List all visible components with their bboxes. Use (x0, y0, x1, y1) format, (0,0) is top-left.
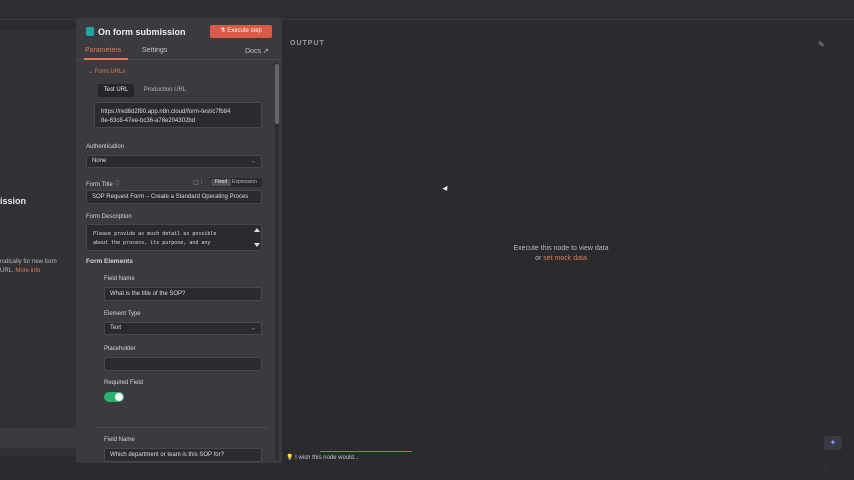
form-url-value[interactable]: https://red8d2f80.app.n8n.cloud/form-tes… (94, 102, 262, 128)
pencil-icon[interactable]: ✎ (818, 40, 825, 49)
canvas-text-line1: natically for new form (0, 259, 57, 265)
form-node-icon (86, 27, 94, 36)
chevron-down-icon: ⌄ (250, 325, 256, 331)
panel-header: On form submission ⚗ Execute step (76, 18, 282, 44)
set-mock-data-link[interactable]: set mock data (543, 255, 587, 262)
canvas-node-title: ission (0, 196, 27, 206)
field-name-input-2[interactable]: Which department or team is this SOP for… (104, 448, 262, 462)
canvas-node-description: natically for new form URL. More info (0, 258, 57, 276)
corner-icon: ◌ (824, 466, 829, 473)
authentication-value: None (92, 158, 107, 164)
form-description-label: Form Description (86, 214, 132, 220)
execute-step-label: Execute step (227, 28, 262, 34)
form-description-textarea[interactable]: Please provide as much detail as possibl… (86, 224, 262, 251)
top-bar (0, 0, 854, 20)
form-elements-label: Form Elements (86, 258, 133, 265)
workflow-canvas-left[interactable] (0, 30, 76, 456)
external-link-icon: ↗ (262, 48, 269, 55)
authentication-select[interactable]: None ⌄ (86, 155, 262, 168)
url-line2: 8e-63c8-47ee-bc36-a78e204302bd (101, 118, 196, 124)
authentication-label: Authentication (86, 144, 125, 150)
panel-scrollbar-thumb[interactable] (275, 64, 279, 124)
execute-step-button[interactable]: ⚗ Execute step (210, 25, 272, 38)
placeholder-input[interactable] (104, 357, 262, 371)
ask-ai-input[interactable]: 💡 I wish this node would... (286, 452, 416, 464)
docs-label: Docs (245, 48, 261, 55)
docs-link[interactable]: Docs ↗ (245, 47, 269, 55)
ask-placeholder: I wish this node would... (295, 455, 359, 461)
element-type-value: Text (110, 325, 122, 331)
canvas-text-line2: URL. (0, 268, 14, 274)
element-type-label: Element Type (104, 311, 141, 317)
output-empty-state: Execute this node to view data or set mo… (480, 244, 642, 264)
field-name-input[interactable]: What is the title of the SOP? (104, 287, 262, 301)
output-message: Execute this node to view data (513, 245, 609, 252)
description-line2: about the process, its purpose, and any (93, 240, 211, 246)
lightbulb-icon: 💡 (286, 455, 294, 461)
panel-title[interactable]: On form submission (98, 27, 186, 37)
field-name-label: Field Name (104, 276, 135, 282)
info-icon[interactable]: ⓘ (114, 182, 120, 188)
form-urls-toggle[interactable]: ⌄ Form URLs (88, 68, 125, 75)
toggle-knob (115, 393, 123, 401)
field-name-label-2: Field Name (104, 437, 135, 443)
element-separator (96, 427, 268, 428)
chevron-down-icon: ⌄ (88, 69, 94, 75)
form-title-input[interactable]: SOP Request Form – Create a Standard Ope… (86, 190, 262, 204)
form-urls-label: Form URLs (94, 69, 126, 75)
required-field-toggle[interactable] (104, 392, 124, 402)
fixed-expression-toggle[interactable]: Fixed Expression (210, 178, 262, 187)
required-field-label: Required Field (104, 380, 144, 386)
active-tab-indicator (84, 58, 128, 60)
flask-icon: ⚗ (220, 28, 226, 34)
tab-test-url[interactable]: Test URL (98, 84, 134, 97)
form-title-label: Form Title ⓘ (86, 179, 120, 188)
mode-expression[interactable]: Expression (232, 179, 257, 186)
mode-fixed[interactable]: Fixed (211, 179, 231, 186)
placeholder-label: Placeholder (104, 346, 136, 352)
sparkle-icon[interactable]: ✦ (824, 436, 842, 450)
textarea-scroll-arrows[interactable] (254, 226, 260, 249)
element-type-select[interactable]: Text ⌄ (104, 322, 262, 335)
tab-parameters[interactable]: Parameters (85, 47, 121, 54)
canvas-left-footer (0, 428, 76, 448)
form-title-label-text: Form Title (86, 182, 113, 188)
output-or-text: or (535, 255, 542, 262)
more-info-link[interactable]: More info (15, 268, 40, 274)
chevron-down-icon: ⌄ (250, 158, 256, 164)
tab-settings[interactable]: Settings (142, 47, 167, 54)
tab-production-url[interactable]: Production URL (138, 84, 192, 97)
description-line1: Please provide as much detail as possibl… (93, 231, 217, 237)
form-title-option-icons[interactable]: ▢ ⁝ (193, 179, 202, 186)
panel-tabs: Parameters Settings Docs ↗ (76, 44, 282, 60)
url-line1: https://red8d2f80.app.n8n.cloud/form-tes… (101, 109, 231, 115)
output-panel (282, 30, 840, 450)
output-label: OUTPUT (290, 40, 325, 47)
